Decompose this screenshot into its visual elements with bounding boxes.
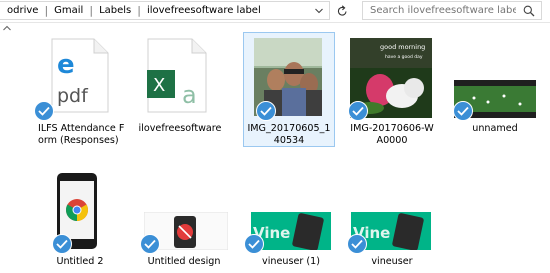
sync-check-icon (347, 234, 367, 254)
file-name: IMG_20170605_140534 (247, 123, 331, 146)
chevron-down-icon (314, 8, 323, 13)
svg-text:X: X (153, 75, 165, 96)
thumb-caption: good morning (380, 43, 425, 51)
sync-check-icon (34, 101, 54, 121)
breadcrumb-odrive[interactable]: odrive (4, 5, 41, 16)
breadcrumb-separator: | (44, 4, 49, 17)
chevron-up-icon (3, 25, 11, 31)
file-name: ilovefreesoftware (138, 123, 222, 134)
search-box[interactable] (362, 1, 542, 20)
search-icon[interactable] (523, 5, 535, 17)
address-dropdown-button[interactable] (308, 1, 330, 20)
file-name: ILFS Attendance Form (Responses) (38, 123, 125, 146)
address-bar: odrive | Gmail | Labels | ilovefreesoftw… (0, 0, 550, 23)
breadcrumb-separator: | (137, 4, 141, 17)
breadcrumb-gmail[interactable]: Gmail (51, 5, 86, 16)
sync-check-icon (348, 101, 368, 121)
sync-check-icon (256, 101, 276, 121)
file-name: Untitled 2 (56, 256, 104, 267)
file-name: IMG-20170606-WA0000 (350, 123, 434, 146)
sync-check-icon (140, 234, 160, 254)
sync-check-icon (244, 234, 264, 254)
scroll-up-button[interactable] (0, 24, 14, 36)
breadcrumb[interactable]: odrive | Gmail | Labels | ilovefreesoftw… (0, 1, 330, 20)
file-name: Untitled design (147, 256, 221, 267)
svg-text:pdf: pdf (57, 85, 89, 107)
sync-check-icon (52, 234, 72, 254)
thumb-caption: have a good day (385, 54, 423, 60)
refresh-button[interactable] (332, 1, 352, 20)
excel-file-icon: X a (144, 38, 208, 113)
svg-text:a: a (182, 81, 197, 109)
sync-check-icon (453, 101, 473, 121)
file-name: vineuser (371, 256, 413, 267)
breadcrumb-separator: | (89, 4, 94, 17)
pdf-file-icon: e pdf (50, 38, 110, 113)
svg-text:e: e (57, 50, 75, 80)
file-name: unnamed (472, 123, 518, 134)
file-name: vineuser (1) (262, 256, 320, 267)
search-input[interactable] (370, 5, 516, 16)
refresh-icon (337, 4, 347, 16)
breadcrumb-current-folder[interactable]: ilovefreesoftware label (144, 5, 264, 16)
breadcrumb-labels[interactable]: Labels (96, 5, 134, 16)
